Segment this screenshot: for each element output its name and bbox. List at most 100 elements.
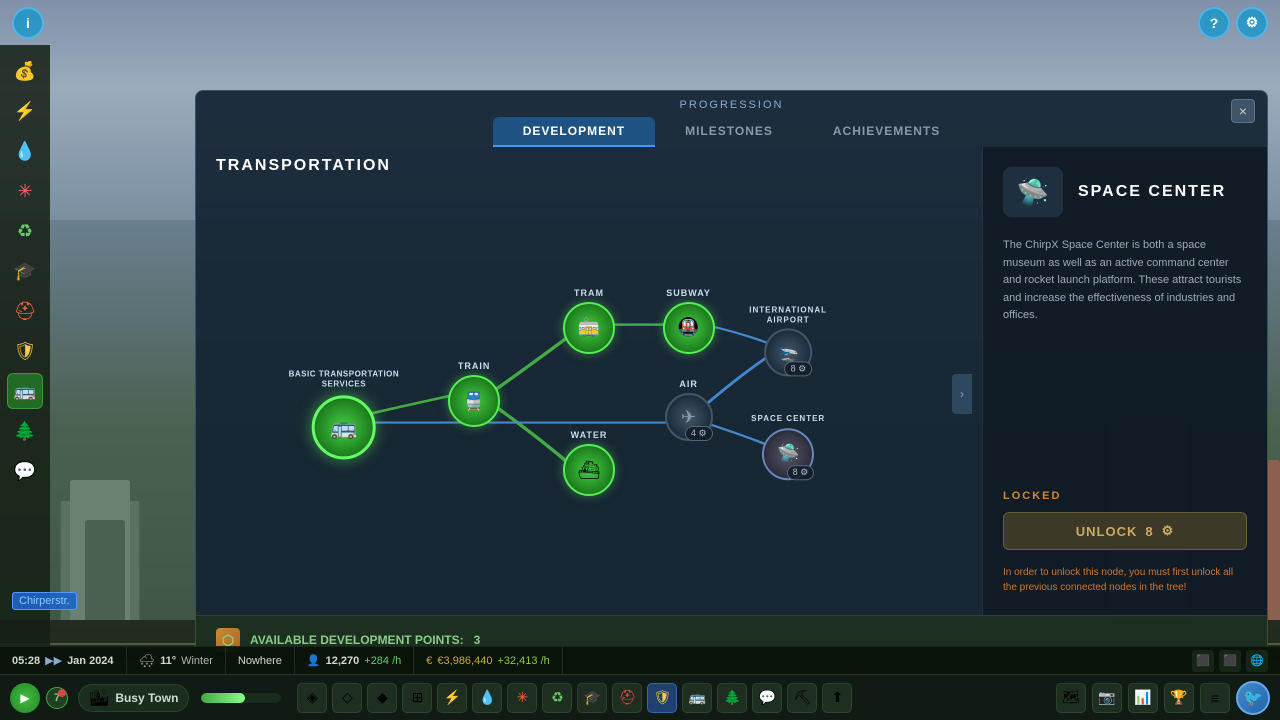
node-air[interactable]: AIR ✈ 4 ⚙ xyxy=(665,379,713,441)
sidebar-item-education[interactable]: 🎓 xyxy=(7,253,43,289)
tool-shield[interactable]: 🛡 xyxy=(647,683,677,713)
achievements-icon: 🏆 xyxy=(1170,689,1187,706)
airport-cost-badge: 8 ⚙ xyxy=(785,362,813,377)
camera-icon: 📷 xyxy=(1098,689,1115,706)
mini-icon-2[interactable]: ⬛ xyxy=(1219,650,1241,672)
tool-fire[interactable]: ✳ xyxy=(507,683,537,713)
upgrade-icon: ⬆ xyxy=(832,689,844,706)
node-circle-subway: 🚇 xyxy=(663,302,715,354)
menu-button[interactable]: ≡ xyxy=(1200,683,1230,713)
chirper-street-label: Chirperstr. xyxy=(12,592,77,610)
population-value: 12,270 xyxy=(326,655,360,667)
tool-bulldoze[interactable]: ⛏ xyxy=(787,683,817,713)
help-button[interactable]: ? xyxy=(1198,7,1230,39)
bulldoze-icon: ⛏ xyxy=(794,689,812,706)
map-icon: 🗺 xyxy=(1062,689,1080,706)
chat-icon: 💬 xyxy=(14,461,36,482)
chat-tool-icon: 💬 xyxy=(759,689,776,706)
health-icon: ⛑ xyxy=(619,689,637,706)
node-subway[interactable]: SUBWAY 🚇 xyxy=(663,288,715,354)
node-international-airport[interactable]: INTERNATIONALAIRPORT 🛬 8 ⚙ xyxy=(749,305,827,376)
modal-title: PROGRESSION xyxy=(680,99,784,111)
speed-container: 7 xyxy=(46,687,68,709)
node-water-transport[interactable]: WATER ⛴ xyxy=(563,430,615,496)
tree-panel: TRANSPORTATION xyxy=(196,147,982,615)
settings-icon: ⚙ xyxy=(1246,14,1259,31)
bus-icon: 🚌 xyxy=(330,414,357,440)
tool-zone[interactable]: ◈ xyxy=(297,683,327,713)
train-icon: 🚆 xyxy=(463,391,485,412)
tool-recycle[interactable]: ♻ xyxy=(542,683,572,713)
tool-signature[interactable]: ◇ xyxy=(332,683,362,713)
subway-icon: 🚇 xyxy=(677,317,699,338)
info-header: 🛸 SPACE CENTER xyxy=(1003,167,1247,217)
mini-icon-1[interactable]: ⬛ xyxy=(1192,650,1214,672)
unlock-button[interactable]: UNLOCK 8 ⚙ xyxy=(1003,512,1247,550)
modal-close-button[interactable]: × xyxy=(1231,99,1255,123)
tool-chat-btn[interactable]: 💬 xyxy=(752,683,782,713)
tool-achievements[interactable]: 🏆 xyxy=(1164,683,1194,713)
tool-map[interactable]: 🗺 xyxy=(1056,683,1086,713)
sidebar: 💰 ⚡ 💧 ✳ ♻ 🎓 ⛑ 🛡 🚌 🌲 💬 xyxy=(0,45,50,665)
tool-stats[interactable]: 📊 xyxy=(1128,683,1158,713)
node-basic-transport[interactable]: BASIC TRANSPORTATIONSERVICES 🚌 xyxy=(289,370,400,459)
tool-pipe[interactable]: 💧 xyxy=(472,683,502,713)
time-skip-icon[interactable]: ▶▶ xyxy=(45,654,62,667)
tab-achievements[interactable]: ACHIEVEMENTS xyxy=(803,117,970,147)
space-center-icon-box: 🛸 xyxy=(1003,167,1063,217)
tab-development[interactable]: DEVELOPMENT xyxy=(493,117,655,147)
info-button[interactable]: i xyxy=(12,7,44,39)
tool-upgrade[interactable]: ⬆ xyxy=(822,683,852,713)
chirper-avatar[interactable]: 🐦 xyxy=(1236,681,1270,715)
sidebar-item-water[interactable]: 💧 xyxy=(7,133,43,169)
date-value: Jan 2024 xyxy=(67,655,113,667)
tool-electric[interactable]: ⚡ xyxy=(437,683,467,713)
tool-bus[interactable]: 🚌 xyxy=(682,683,712,713)
dev-points-label: AVAILABLE DEVELOPMENT POINTS: xyxy=(250,633,464,647)
tool-edu[interactable]: 🎓 xyxy=(577,683,607,713)
status-time: 05:28 ▶▶ Jan 2024 xyxy=(12,647,127,674)
sidebar-item-power[interactable]: ⚡ xyxy=(7,93,43,129)
panel-expand-arrow[interactable]: › xyxy=(952,374,972,414)
recycle-icon: ♻ xyxy=(551,689,564,706)
sidebar-item-garbage[interactable]: ♻ xyxy=(7,213,43,249)
unlock-label: UNLOCK xyxy=(1076,524,1138,539)
sidebar-item-transport[interactable]: 🚌 xyxy=(7,373,43,409)
status-population: 👤 12,270 +284 /h xyxy=(295,647,414,674)
play-button[interactable]: ▶ xyxy=(10,683,40,713)
space-center-title: SPACE CENTER xyxy=(1078,183,1226,201)
tab-milestones[interactable]: MILESTONES xyxy=(655,117,803,147)
node-train[interactable]: TRAIN 🚆 xyxy=(448,361,500,427)
sidebar-item-fire[interactable]: ✳ xyxy=(7,173,43,209)
fire-tool-icon: ✳ xyxy=(517,689,529,706)
unlock-note: In order to unlock this node, you must f… xyxy=(1003,565,1247,595)
sidebar-item-nature[interactable]: 🌲 xyxy=(7,413,43,449)
progression-modal: PROGRESSION DEVELOPMENT MILESTONES ACHIE… xyxy=(195,90,1268,665)
shield-tool-icon: 🛡 xyxy=(654,689,672,706)
modal-header: PROGRESSION xyxy=(196,91,1267,111)
sidebar-item-policy[interactable]: 🛡 xyxy=(7,333,43,369)
node-tram[interactable]: TRAM 🚋 xyxy=(563,288,615,354)
node-circle-airport: 🛬 8 ⚙ xyxy=(764,329,812,377)
status-location: Nowhere xyxy=(226,647,295,674)
tool-roads[interactable]: ⊞ xyxy=(402,683,432,713)
tool-health[interactable]: ⛑ xyxy=(612,683,642,713)
chirper-street-text: Chirperstr. xyxy=(19,595,70,607)
edu-icon: 🎓 xyxy=(584,689,601,706)
tool-water-area[interactable]: ◆ xyxy=(367,683,397,713)
sidebar-item-chat[interactable]: 💬 xyxy=(7,453,43,489)
zone-icon: ◈ xyxy=(307,689,318,706)
taskbar-right: 🗺 📷 📊 🏆 ≡ 🐦 xyxy=(1056,681,1270,715)
air-cost-badge: 4 ⚙ xyxy=(685,426,713,441)
sidebar-item-medical[interactable]: ⛑ xyxy=(7,293,43,329)
tool-camera[interactable]: 📷 xyxy=(1092,683,1122,713)
node-circle-train: 🚆 xyxy=(448,375,500,427)
menu-icon: ≡ xyxy=(1211,690,1219,706)
tool-park[interactable]: 🌲 xyxy=(717,683,747,713)
sidebar-item-money[interactable]: 💰 xyxy=(7,53,43,89)
mini-icon-globe[interactable]: 🌐 xyxy=(1246,650,1268,672)
top-bar-left: i xyxy=(12,7,44,39)
settings-button[interactable]: ⚙ xyxy=(1236,7,1268,39)
node-space-center[interactable]: SPACE CENTER 🛸 8 ⚙ xyxy=(751,414,825,480)
policy-icon: 🛡 xyxy=(14,341,37,362)
